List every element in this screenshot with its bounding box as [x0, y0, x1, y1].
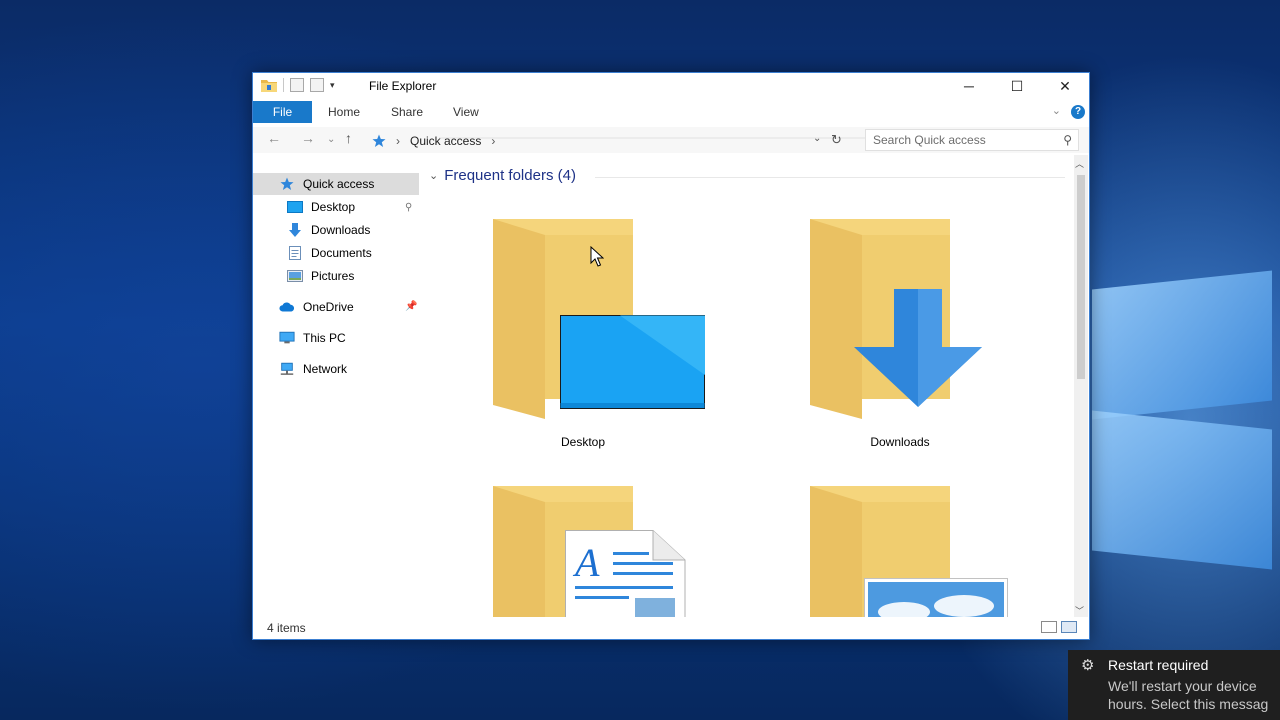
folder-label: Desktop — [560, 435, 606, 449]
search-box[interactable]: Search Quick access ⚲ — [865, 129, 1079, 151]
quick-access-star-icon — [279, 177, 295, 191]
title-bar: ▾ File Explorer ─ ☐ ✕ — [253, 73, 1089, 99]
documents-icon — [287, 246, 303, 260]
file-explorer-window: ▾ File Explorer ─ ☐ ✕ File Home Share Vi… — [252, 72, 1090, 640]
tab-share[interactable]: Share — [391, 101, 423, 123]
restart-required-toast[interactable]: ⚙ Restart required We'll restart your de… — [1068, 650, 1280, 720]
sidebar-item-label: Quick access — [303, 177, 375, 191]
download-arrow-icon — [287, 223, 303, 237]
up-button[interactable]: ↑ — [345, 130, 352, 146]
vertical-scrollbar[interactable]: ︿ ﹀ — [1074, 155, 1088, 619]
forward-button[interactable]: → — [301, 130, 315, 146]
close-button[interactable]: ✕ — [1041, 73, 1089, 99]
onedrive-cloud-icon — [279, 300, 295, 314]
details-view-icon[interactable] — [1041, 621, 1057, 633]
customize-toolbar-chevron-icon[interactable]: ▾ — [330, 80, 335, 91]
new-folder-icon[interactable] — [310, 78, 324, 92]
properties-icon[interactable] — [290, 78, 304, 92]
folder-tile-pictures[interactable] — [780, 476, 1020, 623]
breadcrumb-separator: › — [396, 134, 400, 148]
scroll-up-chevron-icon[interactable]: ︿ — [1075, 157, 1084, 170]
toast-title: Restart required — [1108, 657, 1209, 673]
folder-tile-downloads[interactable]: Downloads — [780, 209, 1020, 459]
navigation-pane: Quick access Desktop 📌 Downloads Documen… — [253, 171, 421, 601]
sidebar-item-pictures[interactable]: Pictures — [287, 265, 354, 287]
address-history-chevron-icon[interactable]: ⌄ — [813, 133, 821, 144]
desktop-icon — [287, 200, 303, 214]
view-toggle — [1041, 621, 1077, 633]
refresh-icon[interactable]: ↻ — [831, 132, 842, 148]
sidebar-item-documents[interactable]: Documents — [287, 242, 372, 264]
sidebar-item-downloads[interactable]: Downloads — [287, 219, 370, 241]
folder-tile-desktop[interactable]: Desktop — [463, 209, 705, 459]
download-arrow-icon — [854, 289, 982, 407]
sidebar-item-this-pc[interactable]: This PC — [279, 327, 346, 349]
address-bar[interactable]: › Quick access › — [371, 129, 863, 153]
folder-icon — [261, 80, 277, 92]
tab-home[interactable]: Home — [328, 101, 360, 123]
breadcrumb-separator[interactable]: › — [491, 134, 495, 148]
ribbon-tabs: File Home Share View ⌄ ? — [253, 101, 1089, 123]
pin-icon: 📌 — [405, 301, 418, 312]
windows-logo-wallpaper — [1092, 250, 1280, 570]
tab-view[interactable]: View — [453, 101, 479, 123]
ribbon-expand-chevron-icon[interactable]: ⌄ — [1052, 104, 1061, 117]
large-icons-view-icon[interactable] — [1061, 621, 1077, 633]
search-icon: ⚲ — [1063, 133, 1072, 147]
sidebar-item-label: Pictures — [311, 269, 355, 283]
mouse-cursor-icon — [590, 246, 604, 267]
gear-icon: ⚙ — [1081, 657, 1095, 674]
search-input[interactable]: Search Quick access — [873, 133, 986, 147]
tab-file[interactable]: File — [253, 101, 312, 123]
item-count: 4 items — [267, 621, 306, 635]
sidebar-item-label: Downloads — [311, 223, 371, 237]
help-button[interactable]: ? — [1071, 105, 1085, 119]
sidebar-item-label: This PC — [303, 331, 346, 345]
folder-tile-documents[interactable]: A — [463, 476, 703, 623]
folder-label: Downloads — [870, 435, 930, 449]
sidebar-item-label: OneDrive — [303, 300, 354, 314]
svg-text:A: A — [572, 540, 600, 585]
sidebar-item-onedrive[interactable]: OneDrive — [279, 296, 354, 318]
network-icon — [279, 362, 295, 376]
recent-locations-chevron-icon[interactable]: ⌄ — [327, 134, 335, 145]
quick-access-toolbar: ▾ — [261, 78, 335, 92]
sidebar-item-label: Desktop — [311, 200, 356, 214]
sidebar-item-desktop[interactable]: Desktop — [287, 196, 355, 218]
sidebar-item-network[interactable]: Network — [279, 358, 347, 380]
content-area: ⌄ Frequent folders (4) Desktop Downloads… — [423, 163, 1077, 623]
this-pc-icon — [279, 331, 295, 345]
minimize-button[interactable]: ─ — [945, 73, 993, 99]
pin-icon: ⚲ — [405, 202, 413, 213]
desktop-icon — [560, 315, 705, 409]
group-divider — [595, 177, 1065, 178]
sidebar-item-label: Network — [303, 362, 348, 376]
toolbar-separator — [283, 78, 284, 92]
toast-body: We'll restart your device hours. Select … — [1108, 678, 1269, 712]
quick-access-star-icon — [372, 134, 386, 147]
breadcrumb-quick-access[interactable]: Quick access — [410, 134, 481, 148]
sidebar-item-label: Documents — [311, 246, 372, 260]
documents-icon: A — [565, 530, 686, 623]
status-bar: 4 items — [253, 617, 1089, 639]
group-title: Frequent folders (4) — [444, 167, 576, 184]
group-collapse-chevron-icon[interactable]: ⌄ — [429, 169, 438, 182]
frequent-folders-group-header[interactable]: ⌄ Frequent folders (4) — [429, 167, 576, 184]
address-row: ← → ⌄ ↑ › Quick access › ⌄ ↻ Search Quic… — [253, 127, 1089, 153]
window-title: File Explorer — [369, 79, 437, 93]
back-button[interactable]: ← — [267, 130, 281, 146]
scrollbar-thumb[interactable] — [1077, 175, 1085, 379]
maximize-button[interactable]: ☐ — [993, 73, 1041, 99]
scroll-down-chevron-icon[interactable]: ﹀ — [1075, 604, 1084, 617]
pictures-icon — [287, 269, 303, 283]
sidebar-item-quick-access[interactable]: Quick access — [253, 173, 419, 195]
